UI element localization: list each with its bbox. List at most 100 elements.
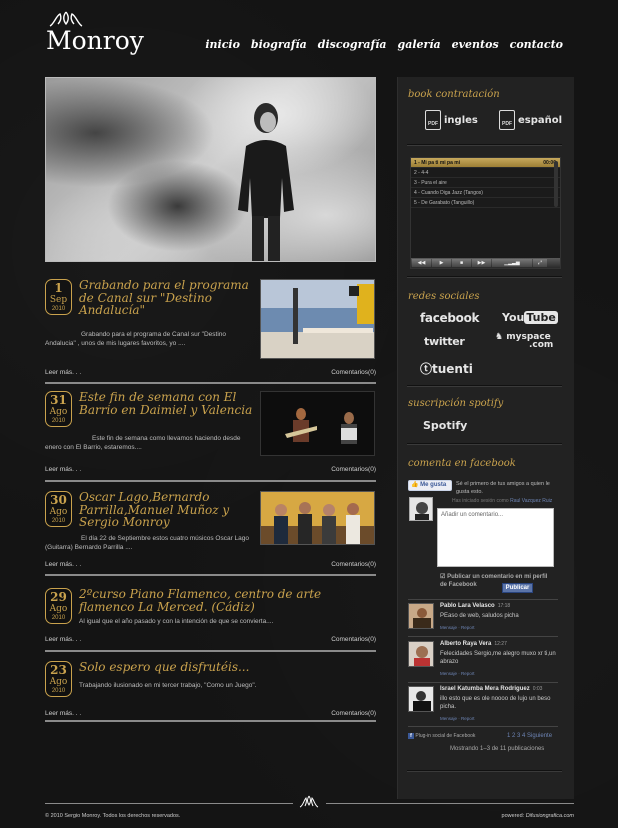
comment-text: PEaso de web, saludos picha (440, 613, 519, 619)
logo-text: Monroy (46, 26, 144, 55)
fb-showing-count: Mostrando 1–3 de 11 publicaciones (450, 746, 545, 752)
comments-link[interactable]: Comentarios(0) (331, 466, 376, 473)
pdf-ingles-button[interactable]: PDF ingles (425, 110, 478, 130)
previous-icon[interactable]: ◀◀ (412, 259, 431, 267)
site-logo[interactable]: Monroy (46, 10, 144, 58)
post-divider (45, 480, 376, 482)
sidebar-divider (407, 443, 562, 445)
post-title[interactable]: 2ºcurso Piano Flamenco, centro de arte f… (79, 588, 375, 613)
myspace-link[interactable]: ♞ myspace .com (495, 333, 554, 350)
footer-divider-left (45, 803, 293, 804)
facebook-link[interactable]: facebook (420, 311, 480, 325)
player-track[interactable]: 2 - 4-4 (411, 168, 560, 178)
comments-link[interactable]: Comentarios(0) (331, 561, 376, 568)
post-thumbnail[interactable] (260, 391, 375, 456)
post-divider (45, 650, 376, 652)
post-title[interactable]: Grabando para el programa de Canal sur "… (79, 279, 254, 317)
post-excerpt: Este fin de semana como llevamos haciend… (45, 435, 241, 451)
comment-divider (408, 682, 558, 683)
comment-divider (408, 599, 558, 600)
fb-comment-input[interactable]: Añadir un comentario... (437, 508, 554, 567)
comment-author[interactable]: Israel Katumba Mera Rodriguez 0:03 (440, 686, 542, 692)
read-more-link[interactable]: Leer más. . . (45, 636, 81, 643)
post-thumbnail[interactable] (260, 491, 375, 545)
hero-photo (45, 77, 376, 262)
comment-divider (408, 636, 558, 637)
spotify-title: suscripción spotify (408, 398, 504, 409)
fb-like-button[interactable]: 👍 Me gusta (408, 480, 452, 491)
read-more-link[interactable]: Leer más. . . (45, 710, 81, 717)
footer-divider-right (326, 803, 574, 804)
comment-time: 0:03 (532, 686, 543, 692)
post-day: 1 (54, 281, 63, 295)
volume-slider[interactable]: ▁▂▃▅ (492, 259, 532, 267)
avatar[interactable] (408, 603, 434, 629)
tuenti-link[interactable]: ⓣtuenti (420, 360, 473, 377)
post-day: 30 (50, 493, 67, 507)
fb-user-name[interactable]: Raul Vazquez Ruiz (510, 498, 552, 504)
player-track[interactable]: 3 - Pura el aire (411, 178, 560, 188)
comment-author[interactable]: Alberto Raya Vera 12:27 (440, 641, 507, 647)
sidebar-divider (407, 770, 562, 772)
comment-actions[interactable]: Mensaje · Report (440, 625, 475, 630)
fb-comment: Israel Katumba Mera Rodriguez 0:03 illo e… (408, 686, 558, 722)
youtube-link[interactable]: You Tube (502, 311, 558, 324)
nav-discografia[interactable]: discografía (318, 38, 387, 51)
spotify-link[interactable]: Spotify (423, 419, 467, 432)
nav-contacto[interactable]: contacto (510, 38, 563, 51)
pdf-icon: PDF (499, 110, 515, 130)
fb-user-line: Has iniciado sesión como Raul Vazquez Ru… (452, 498, 552, 504)
post-title[interactable]: Oscar Lago,Bernardo Parrilla,Manuel Muño… (79, 491, 254, 529)
avatar[interactable] (408, 686, 434, 712)
myspace-com: .com (529, 340, 554, 350)
comments-link[interactable]: Comentarios(0) (331, 636, 376, 643)
comment-text: illo esto que es ole noooo de lujo un be… (440, 696, 551, 710)
nav-biografia[interactable]: biografía (251, 38, 307, 51)
read-more-link[interactable]: Leer más. . . (45, 369, 81, 376)
comment-actions[interactable]: Mensaje · Report (440, 671, 475, 676)
comments-link[interactable]: Comentarios(0) (331, 369, 376, 376)
post-month: Ago (49, 677, 68, 687)
pdf-espanol-button[interactable]: PDF español (499, 110, 562, 130)
post-month: Ago (49, 604, 68, 614)
powered-by: powered: Difusiongrafica.com (502, 813, 574, 819)
post-date: 29 Ago 2010 (45, 588, 72, 624)
post-year: 2010 (51, 418, 66, 424)
expand-icon[interactable]: ⤢ (533, 259, 547, 267)
twitter-link[interactable]: twitter (424, 335, 465, 348)
avatar[interactable] (408, 641, 434, 667)
player-track[interactable]: 4 - Cuando Diga Jazz (Tangos) (411, 188, 560, 198)
play-icon[interactable]: ▶ (432, 259, 451, 267)
read-more-link[interactable]: Leer más. . . (45, 561, 81, 568)
read-more-link[interactable]: Leer más. . . (45, 466, 81, 473)
powered-brand[interactable]: Difusiongrafica.com (526, 813, 574, 819)
pdf-espanol-label: español (518, 114, 563, 126)
player-track[interactable]: 1 - Mi pa ti mi pa mi 00:00 (411, 158, 560, 168)
social-title: redes sociales (408, 291, 480, 302)
blog-post: 31 Ago 2010 Este fin de semana con El Ba… (45, 391, 376, 491)
player-track[interactable]: 5 - De Garabato (Tanguillo) (411, 198, 560, 208)
player-scrollbar[interactable] (554, 161, 558, 207)
nav-inicio[interactable]: inicio (205, 38, 240, 51)
fb-plugin-link[interactable]: f Plug-in social de Facebook (408, 733, 475, 739)
sidebar-divider (407, 276, 562, 278)
post-thumbnail[interactable] (260, 279, 375, 359)
stop-icon[interactable]: ■ (452, 259, 471, 267)
sidebar-divider (407, 144, 562, 146)
fb-publish-button[interactable]: Publicar (502, 583, 533, 593)
post-title[interactable]: Este fin de semana con El Barrio en Daim… (79, 391, 254, 416)
book-title: book contratación (408, 89, 500, 100)
comment-author[interactable]: Pablo Lara Velasco 17:18 (440, 603, 510, 609)
comment-actions[interactable]: Mensaje · Report (440, 716, 475, 721)
fb-post-to-profile[interactable]: ☑ Publicar un comentario en mi perfil de… (440, 573, 555, 589)
next-icon[interactable]: ▶▶ (472, 259, 491, 267)
post-date: 23 Ago 2010 (45, 661, 72, 697)
nav-eventos[interactable]: eventos (452, 38, 499, 51)
fb-pagination[interactable]: 1 2 3 4 Siguiente (507, 733, 552, 739)
nav-galeria[interactable]: galería (398, 38, 441, 51)
post-title[interactable]: Solo espero que disfrutéis... (79, 661, 375, 674)
blog-post: 30 Ago 2010 Oscar Lago,Bernardo Parrilla… (45, 491, 376, 579)
checkbox-icon[interactable]: ☑ (440, 574, 445, 580)
comment-time: 12:27 (494, 641, 507, 647)
comments-link[interactable]: Comentarios(0) (331, 710, 376, 717)
